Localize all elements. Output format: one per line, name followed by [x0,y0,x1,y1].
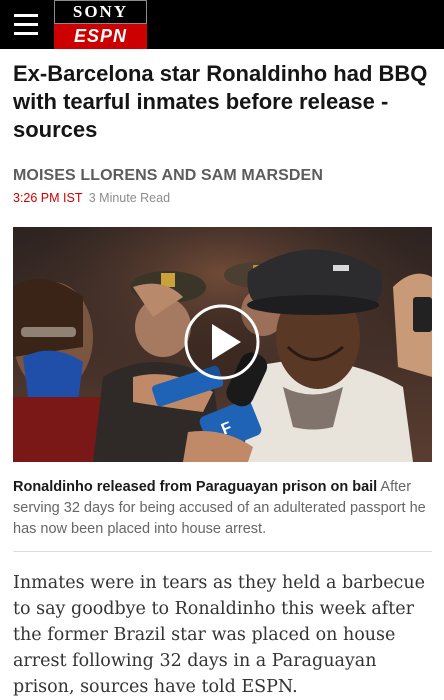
article-meta: 3:26 PM IST 3 Minute Read [13,191,170,205]
top-nav-bar: SONY ESPN [0,0,444,49]
article-byline: MOISES LLORENS AND SAM MARSDEN [13,167,323,184]
sony-espn-logo[interactable]: SONY ESPN [54,0,147,49]
hamburger-menu-icon[interactable] [14,14,38,36]
video-caption: Ronaldinho released from Paraguayan pris… [13,477,432,540]
article-headline: Ex-Barcelona star Ronaldinho had BBQ wit… [13,61,428,142]
video-thumbnail: F [13,227,432,462]
logo-sony-text: SONY [54,0,147,24]
read-time: 3 Minute Read [88,191,171,205]
publish-time: 3:26 PM IST [13,191,83,205]
video-player[interactable]: F [13,227,432,462]
video-caption-title: Ronaldinho released from Paraguayan pris… [13,479,378,495]
logo-espn-text: ESPN [54,24,147,49]
article-body-paragraph: Inmates were in tears as they held a bar… [13,573,425,697]
divider [13,551,432,552]
